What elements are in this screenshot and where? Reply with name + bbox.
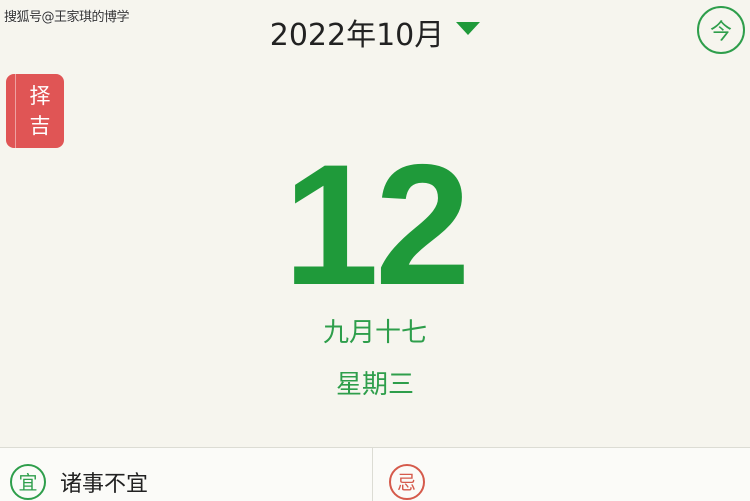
yi-text: 诸事不宜 — [60, 466, 148, 498]
ji-section[interactable]: 忌 — [372, 448, 750, 501]
weekday: 星期三 — [0, 364, 750, 401]
almanac-panel: 宜 诸事不宜 忌 — [0, 447, 750, 501]
today-button[interactable]: 今 — [697, 6, 745, 54]
zeji-char-1: 择 — [30, 81, 51, 111]
yi-badge: 宜 — [10, 464, 46, 500]
zeji-char-2: 吉 — [30, 111, 51, 141]
ji-badge: 忌 — [389, 464, 425, 500]
caret-down-icon — [456, 22, 480, 35]
month-title: 2022年10月 — [270, 10, 445, 54]
zeji-button[interactable]: 择 吉 — [6, 74, 64, 148]
calendar-header: 2022年10月 — [0, 10, 750, 54]
month-picker[interactable]: 2022年10月 — [270, 10, 481, 54]
day-number: 12 — [0, 150, 750, 300]
yi-section[interactable]: 宜 诸事不宜 — [0, 448, 372, 501]
lunar-date: 九月十七 — [0, 312, 750, 349]
